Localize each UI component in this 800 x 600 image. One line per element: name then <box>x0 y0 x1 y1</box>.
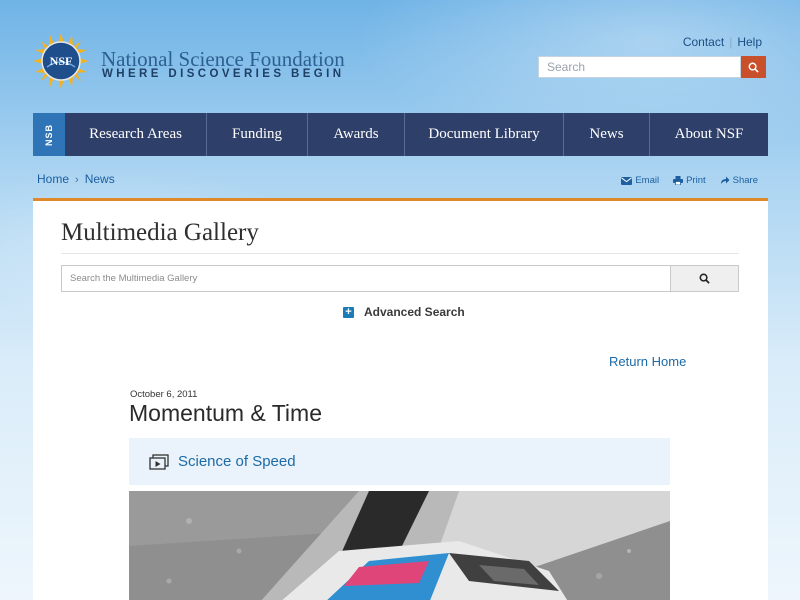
return-home-link[interactable]: Return Home <box>609 354 686 369</box>
email-link[interactable]: Email <box>621 175 659 186</box>
site-search <box>538 56 766 78</box>
search-icon <box>699 273 710 284</box>
advanced-search-toggle[interactable]: + Advanced Search <box>343 305 465 319</box>
gallery-search <box>61 265 739 292</box>
content-panel: Multimedia Gallery + Advanced Search Ret… <box>33 198 768 600</box>
race-car-image[interactable] <box>129 491 670 600</box>
share-link[interactable]: Share <box>720 175 758 186</box>
nsf-logo[interactable]: NSF <box>33 33 89 89</box>
item-title: Momentum & Time <box>129 400 322 426</box>
print-link[interactable]: Print <box>673 175 706 186</box>
email-label: Email <box>635 175 660 186</box>
utility-links: Contact | Help <box>683 35 762 49</box>
contact-link[interactable]: Contact <box>683 35 724 49</box>
logo-text: NSF <box>50 54 73 68</box>
print-label: Print <box>686 175 706 186</box>
share-label: Share <box>732 175 758 186</box>
series-link[interactable]: Science of Speed <box>178 453 296 470</box>
nav-news[interactable]: News <box>563 113 649 156</box>
main-nav: NSB Research Areas Funding Awards Docume… <box>33 113 768 156</box>
plus-icon: + <box>343 306 354 318</box>
series-box: Science of Speed <box>129 438 670 485</box>
help-link[interactable]: Help <box>737 35 762 49</box>
race-car-illustration <box>129 491 670 600</box>
video-gallery-icon <box>149 453 169 470</box>
gallery-search-input[interactable] <box>61 265 671 292</box>
site-search-input[interactable] <box>538 56 741 78</box>
search-icon <box>748 62 759 73</box>
printer-icon <box>673 176 684 185</box>
nav-funding[interactable]: Funding <box>206 113 307 156</box>
title-divider <box>61 253 739 254</box>
org-tagline: WHERE DISCOVERIES BEGIN <box>102 68 345 80</box>
breadcrumb: Home › News <box>37 172 115 186</box>
advanced-search-label: Advanced Search <box>364 305 465 319</box>
nsb-tab[interactable]: NSB <box>33 113 65 156</box>
gallery-search-button[interactable] <box>671 265 739 292</box>
nav-about-nsf[interactable]: About NSF <box>649 113 768 156</box>
envelope-icon <box>621 176 633 185</box>
breadcrumb-news[interactable]: News <box>85 172 115 186</box>
nav-document-library[interactable]: Document Library <box>404 113 563 156</box>
chevron-right-icon: › <box>75 174 79 186</box>
nav-awards[interactable]: Awards <box>307 113 404 156</box>
breadcrumb-home[interactable]: Home <box>37 172 69 186</box>
page-title: Multimedia Gallery <box>61 219 259 246</box>
share-arrow-icon <box>720 176 730 184</box>
item-date: October 6, 2011 <box>130 389 198 400</box>
site-search-button[interactable] <box>741 56 766 78</box>
nav-research-areas[interactable]: Research Areas <box>65 113 206 156</box>
nsb-label: NSB <box>43 123 54 146</box>
share-tools: Email Print Share <box>621 175 758 186</box>
utility-separator: | <box>729 35 733 49</box>
